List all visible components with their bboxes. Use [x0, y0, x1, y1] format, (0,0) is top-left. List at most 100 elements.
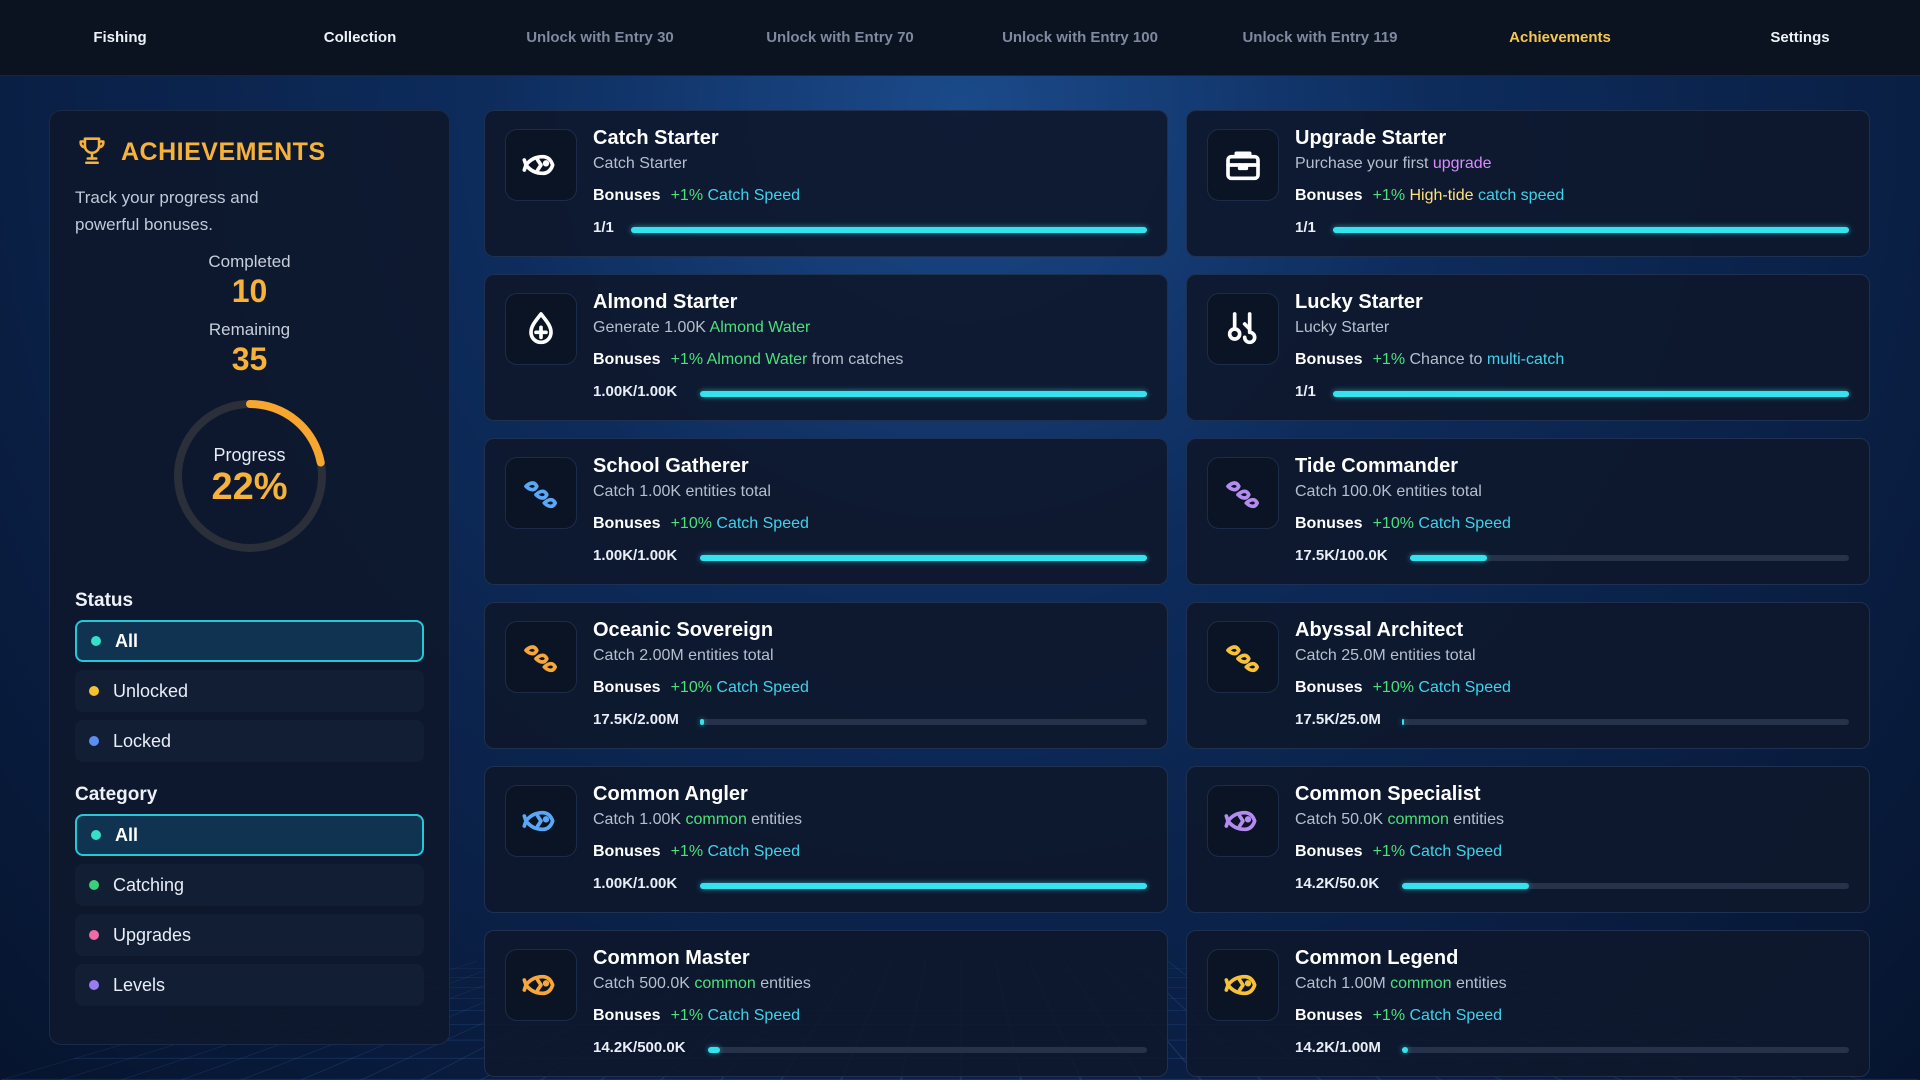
sidebar-subtitle: Track your progress and powerful bonuses… — [75, 188, 259, 234]
achievement-bonus: Bonuses +1% Catch Speed — [593, 843, 800, 861]
achievement-progress-bar — [1401, 1047, 1849, 1053]
achievement-bonus: Bonuses +1% Chance to multi-catch — [1295, 351, 1564, 369]
achievement-title: Common Angler — [593, 783, 748, 805]
fish-icon — [505, 129, 577, 201]
bonuses-label: Bonuses — [593, 187, 661, 204]
achievement-progress-bar — [1410, 555, 1849, 561]
bonus-segment: Chance to — [1409, 351, 1487, 368]
achievement-bonus: Bonuses +1% Catch Speed — [593, 1007, 800, 1025]
bonuses-label: Bonuses — [593, 843, 661, 860]
tab-unlock-entry-70[interactable]: Unlock with Entry 70 — [720, 29, 960, 46]
tab-unlock-entry-30[interactable]: Unlock with Entry 30 — [480, 29, 720, 46]
fish-icon — [505, 785, 577, 857]
tab-collection[interactable]: Collection — [240, 29, 480, 46]
bonus-segment: +1% — [670, 187, 708, 204]
achievement-title: School Gatherer — [593, 455, 749, 477]
bonus-segment: High-tide — [1409, 187, 1478, 204]
status-heading: Status — [75, 590, 134, 611]
achievement-title: Oceanic Sovereign — [593, 619, 774, 641]
achievement-title: Catch Starter — [593, 127, 719, 149]
tab-fishing[interactable]: Fishing — [0, 29, 240, 46]
bonus-segment: Catch Speed — [1418, 679, 1511, 696]
achievement-card[interactable]: Abyssal Architect Catch 25.0M entities to… — [1186, 602, 1870, 749]
fish-icon — [505, 949, 577, 1021]
achievement-card[interactable]: Common Legend Catch 1.00M common entities… — [1186, 930, 1870, 1077]
bonus-segment: +1% — [670, 351, 707, 368]
category-filter-all[interactable]: All — [75, 814, 424, 856]
progress-bar-fill — [1401, 883, 1529, 889]
category-heading: Category — [75, 784, 158, 805]
achievement-title: Lucky Starter — [1295, 291, 1423, 313]
bonus-segment: Catch Speed — [707, 187, 801, 204]
category-filter-levels[interactable]: Levels — [75, 964, 424, 1006]
bonus-segment: Almond Water — [706, 351, 808, 368]
tab-achievements[interactable]: Achievements — [1440, 29, 1680, 46]
achievement-description: Catch Starter — [593, 155, 687, 173]
achievement-card[interactable]: Common Angler Catch 1.00K common entities… — [484, 766, 1168, 913]
achievement-progress-text: 1.00K/1.00K — [593, 547, 678, 564]
bonus-segment: +1% — [670, 1007, 708, 1024]
fish-school-icon — [505, 621, 577, 693]
achievement-progress-text: 14.2K/1.00M — [1295, 1039, 1381, 1056]
progress-label: Progress — [213, 444, 286, 465]
description-segment: entities — [746, 811, 802, 828]
filter-label: Catching — [113, 874, 185, 895]
completed-count: 10 — [231, 273, 268, 309]
status-dot — [91, 830, 101, 840]
achievement-title: Almond Starter — [593, 291, 738, 313]
filter-label: Upgrades — [113, 924, 192, 945]
description-segment: common — [685, 811, 747, 828]
achievement-card[interactable]: Almond Starter Generate 1.00K Almond Wate… — [484, 274, 1168, 421]
category-filter-catching[interactable]: Catching — [75, 864, 424, 906]
bonus-segment: +10% — [1372, 679, 1419, 696]
status-dot — [89, 930, 99, 940]
progress-bar-fill — [699, 719, 704, 725]
progress-bar-fill — [699, 555, 1147, 561]
achievement-title: Common Master — [593, 947, 750, 969]
achievement-description: Purchase your first upgrade — [1295, 155, 1492, 173]
category-filter-upgrades[interactable]: Upgrades — [75, 914, 424, 956]
bonuses-label: Bonuses — [1295, 187, 1363, 204]
filter-label: Levels — [113, 974, 166, 995]
description-segment: Generate 1.00K — [593, 319, 710, 336]
achievement-progress-bar — [1401, 883, 1849, 889]
bonus-segment: +1% — [1372, 843, 1410, 860]
filter-label: Locked — [113, 730, 172, 751]
achievement-bonus: Bonuses +1% Catch Speed — [1295, 1007, 1502, 1025]
fish-school-icon — [505, 457, 577, 529]
description-segment: upgrade — [1432, 155, 1492, 172]
bonus-segment: Catch Speed — [1409, 843, 1503, 860]
bonus-segment: +1% — [670, 843, 708, 860]
achievement-bonus: Bonuses +1% Almond Water from catches — [593, 351, 903, 369]
achievement-title: Common Specialist — [1295, 783, 1481, 805]
status-dot — [89, 686, 99, 696]
progress-bar-fill — [699, 391, 1147, 397]
achievement-card[interactable]: Tide Commander Catch 100.0K entities tota… — [1186, 438, 1870, 585]
achievement-card[interactable]: Common Specialist Catch 50.0K common enti… — [1186, 766, 1870, 913]
bonus-segment: Catch Speed — [716, 679, 809, 696]
achievement-progress-bar — [708, 1047, 1147, 1053]
achievement-description: Catch 1.00K common entities — [593, 811, 802, 829]
achievement-card[interactable]: Catch Starter Catch Starter Bonuses +1% Cat… — [484, 110, 1168, 257]
status-filter-all[interactable]: All — [75, 620, 424, 662]
achievement-card[interactable]: Lucky Starter Lucky Starter Bonuses +1% Cha… — [1186, 274, 1870, 421]
status-filter-locked[interactable]: Locked — [75, 720, 424, 762]
achievement-card[interactable]: School Gatherer Catch 1.00K entities tota… — [484, 438, 1168, 585]
achievement-card[interactable]: Oceanic Sovereign Catch 2.00M entities to… — [484, 602, 1168, 749]
tab-settings[interactable]: Settings — [1680, 29, 1920, 46]
achievement-progress-text: 14.2K/500.0K — [593, 1039, 686, 1056]
achievement-progress-bar — [630, 227, 1147, 233]
tab-unlock-entry-100[interactable]: Unlock with Entry 100 — [960, 29, 1200, 46]
description-segment: Catch 1.00M — [1295, 975, 1391, 992]
achievement-card[interactable]: Common Master Catch 500.0K common entitie… — [484, 930, 1168, 1077]
bonuses-label: Bonuses — [1295, 351, 1363, 368]
description-segment: entities — [1448, 811, 1504, 828]
bonus-segment: from catches — [807, 351, 904, 368]
tab-unlock-entry-119[interactable]: Unlock with Entry 119 — [1200, 29, 1440, 46]
progress-bar-fill — [1401, 1047, 1408, 1053]
completed-stat: Completed 10 — [75, 252, 424, 310]
achievement-progress-text: 14.2K/50.0K — [1295, 875, 1380, 892]
description-segment: Catch 1.00K — [593, 811, 686, 828]
status-filter-unlocked[interactable]: Unlocked — [75, 670, 424, 712]
achievement-card[interactable]: Upgrade Starter Purchase your first upgra… — [1186, 110, 1870, 257]
